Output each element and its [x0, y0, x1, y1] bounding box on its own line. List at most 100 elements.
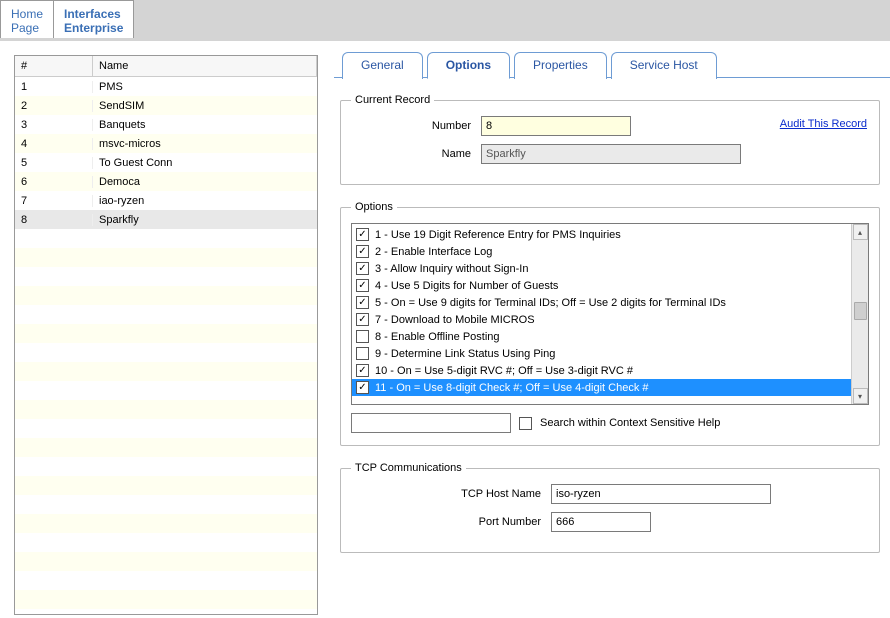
audit-this-record-link[interactable]: Audit This Record [780, 118, 867, 130]
tcp-host-input[interactable] [551, 484, 771, 504]
options-legend: Options [351, 201, 397, 213]
row-num: 3 [15, 119, 93, 131]
options-scrollbar[interactable]: ▴ ▾ [851, 224, 868, 404]
table-row[interactable]: 4msvc-micros [15, 134, 317, 153]
grid-header-num[interactable]: # [15, 56, 93, 76]
option-checkbox[interactable]: ✓ [356, 262, 369, 275]
topbar-tab-interfaces[interactable]: Interfaces Enterprise [53, 0, 134, 38]
tab-service-host[interactable]: Service Host [611, 52, 717, 79]
table-row[interactable]: 3Banquets [15, 115, 317, 134]
scroll-thumb[interactable] [854, 302, 867, 320]
option-label: 11 - On = Use 8-digit Check #; Off = Use… [375, 382, 649, 394]
tab-line1: Home [11, 7, 43, 21]
table-row-empty [15, 267, 317, 286]
table-row-empty [15, 514, 317, 533]
option-checkbox[interactable]: ✓ [356, 313, 369, 326]
option-label: 4 - Use 5 Digits for Number of Guests [375, 280, 558, 292]
grid-header: # Name [15, 56, 317, 77]
table-row-empty [15, 362, 317, 381]
main: # Name 1PMS2SendSIM3Banquets4msvc-micros… [0, 41, 890, 617]
option-checkbox[interactable] [356, 330, 369, 343]
option-checkbox[interactable]: ✓ [356, 228, 369, 241]
row-name: Democa [93, 176, 317, 188]
row-name: PMS [93, 81, 317, 93]
current-record-legend: Current Record [351, 94, 434, 106]
option-row[interactable]: ✓ 1 - Use 19 Digit Reference Entry for PM… [352, 226, 851, 243]
row-name: iao-ryzen [93, 195, 317, 207]
tab-general[interactable]: General [342, 52, 423, 79]
option-checkbox[interactable]: ✓ [356, 364, 369, 377]
row-num: 2 [15, 100, 93, 112]
table-row-empty [15, 476, 317, 495]
scroll-down-icon[interactable]: ▾ [853, 388, 868, 404]
row-name: To Guest Conn [93, 157, 317, 169]
options-list[interactable]: ✓ 1 - Use 19 Digit Reference Entry for PM… [352, 224, 851, 404]
options-group: Options ✓ 1 - Use 19 Digit Reference Entr… [340, 201, 880, 446]
tabstrip: General Options Properties Service Host [342, 51, 890, 78]
table-row-empty [15, 438, 317, 457]
option-row[interactable]: ✓ 4 - Use 5 Digits for Number of Guests [352, 277, 851, 294]
table-row-empty [15, 248, 317, 267]
row-num: 4 [15, 138, 93, 150]
grid-header-name[interactable]: Name [93, 56, 317, 76]
table-row[interactable]: 1PMS [15, 77, 317, 96]
option-row[interactable]: ✓2 - Enable Interface Log [352, 243, 851, 260]
table-row-empty [15, 286, 317, 305]
tab-sheet-options: Current Record Audit This Record Number … [334, 77, 890, 553]
topbar-tab-home[interactable]: Home Page [0, 0, 54, 38]
tab-line2: Page [11, 21, 43, 35]
option-checkbox[interactable]: ✓ [356, 381, 369, 394]
option-label: 10 - On = Use 5-digit RVC #; Off = Use 3… [375, 365, 633, 377]
tab-line2: Enterprise [64, 21, 123, 35]
table-row-empty [15, 419, 317, 438]
table-row-empty [15, 533, 317, 552]
left-panel: # Name 1PMS2SendSIM3Banquets4msvc-micros… [0, 41, 326, 617]
option-checkbox[interactable]: ✓ [356, 296, 369, 309]
table-row[interactable]: 8Sparkfly [15, 210, 317, 229]
options-list-wrap: ✓ 1 - Use 19 Digit Reference Entry for PM… [351, 223, 869, 405]
row-num: 6 [15, 176, 93, 188]
table-row-empty [15, 305, 317, 324]
name-label: Name [351, 148, 481, 160]
port-label: Port Number [351, 516, 551, 528]
option-row[interactable]: ✓ 3 - Allow Inquiry without Sign-In [352, 260, 851, 277]
option-row[interactable]: ✓ 11 - On = Use 8-digit Check #; Off = Us… [352, 379, 851, 396]
scroll-up-icon[interactable]: ▴ [853, 224, 868, 240]
table-row[interactable]: 2SendSIM [15, 96, 317, 115]
table-row-empty [15, 343, 317, 362]
option-row[interactable]: 9 - Determine Link Status Using Ping [352, 345, 851, 362]
table-row[interactable]: 5To Guest Conn [15, 153, 317, 172]
option-label: 5 - On = Use 9 digits for Terminal IDs; … [375, 297, 726, 309]
table-row-empty [15, 571, 317, 590]
context-help-label: Search within Context Sensitive Help [540, 417, 720, 429]
number-input[interactable] [481, 116, 631, 136]
option-row[interactable]: ✓ 10 - On = Use 5-digit RVC #; Off = Use … [352, 362, 851, 379]
context-help-search-row: Search within Context Sensitive Help [351, 413, 869, 433]
option-label: 8 - Enable Offline Posting [375, 331, 500, 343]
option-row[interactable]: ✓ 5 - On = Use 9 digits for Terminal IDs;… [352, 294, 851, 311]
option-row[interactable]: ✓ 7 - Download to Mobile MICROS [352, 311, 851, 328]
number-label: Number [351, 120, 481, 132]
option-checkbox[interactable]: ✓ [356, 245, 369, 258]
context-help-search-input[interactable] [351, 413, 511, 433]
table-row[interactable]: 6Democa [15, 172, 317, 191]
table-row-empty [15, 590, 317, 609]
table-row[interactable]: 7iao-ryzen [15, 191, 317, 210]
grid-body: 1PMS2SendSIM3Banquets4msvc-micros5To Gue… [15, 77, 317, 609]
table-row-empty [15, 552, 317, 571]
row-name: msvc-micros [93, 138, 317, 150]
option-checkbox[interactable]: ✓ [356, 279, 369, 292]
tcp-group: TCP Communications TCP Host Name Port Nu… [340, 462, 880, 553]
option-row[interactable]: 8 - Enable Offline Posting [352, 328, 851, 345]
option-label: 3 - Allow Inquiry without Sign-In [375, 263, 528, 275]
tab-line1: Interfaces [64, 7, 123, 21]
interfaces-grid: # Name 1PMS2SendSIM3Banquets4msvc-micros… [14, 55, 318, 615]
option-label: 1 - Use 19 Digit Reference Entry for PMS… [375, 229, 621, 241]
option-checkbox[interactable] [356, 347, 369, 360]
context-help-checkbox[interactable] [519, 417, 532, 430]
option-label: 7 - Download to Mobile MICROS [375, 314, 535, 326]
tab-properties[interactable]: Properties [514, 52, 607, 79]
tab-options[interactable]: Options [427, 52, 510, 79]
port-input[interactable] [551, 512, 651, 532]
table-row-empty [15, 229, 317, 248]
